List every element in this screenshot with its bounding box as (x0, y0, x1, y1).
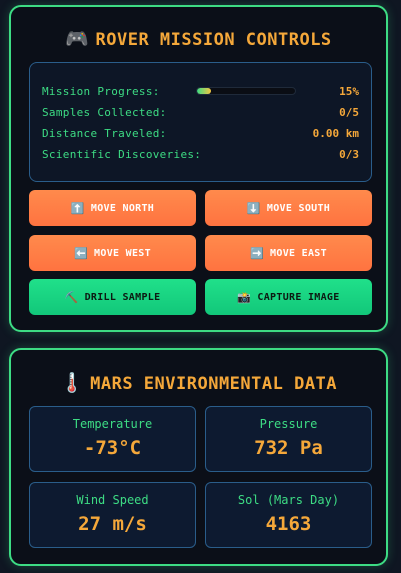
env-label: Sol (Mars Day) (237, 493, 340, 507)
status-label: Mission Progress: (42, 84, 160, 98)
arrow-right-icon: ➡️ (250, 246, 265, 260)
env-label: Pressure (259, 417, 318, 431)
status-row-distance: Distance Traveled: 0.00 km (42, 125, 359, 141)
camera-icon: 📸 (237, 290, 252, 304)
status-label: Scientific Discoveries: (42, 147, 202, 161)
drill-sample-button[interactable]: ⛏️ DRILL SAMPLE (29, 279, 196, 315)
thermometer-icon: 🌡️ (59, 372, 85, 394)
move-south-button[interactable]: ⬇️ MOVE SOUTH (205, 190, 372, 226)
mission-progress-bar (195, 87, 296, 95)
controls-title: 🎮 ROVER MISSION CONTROLS (11, 27, 386, 50)
arrow-up-icon: ⬆️ (70, 201, 85, 215)
move-west-button[interactable]: ⬅️ MOVE WEST (29, 235, 196, 271)
environment-title: 🌡️ MARS ENVIRONMENTAL DATA (11, 371, 386, 394)
status-row-progress: Mission Progress: 15% (42, 83, 359, 99)
status-value: 0/5 (339, 105, 359, 119)
status-label: Distance Traveled: (42, 126, 167, 140)
status-row-samples: Samples Collected: 0/5 (42, 104, 359, 120)
capture-image-button[interactable]: 📸 CAPTURE IMAGE (205, 279, 372, 315)
arrow-down-icon: ⬇️ (246, 201, 261, 215)
status-row-discoveries: Scientific Discoveries: 0/3 (42, 146, 359, 162)
env-label: Temperature (72, 417, 153, 431)
status-value: 0.00 km (312, 126, 359, 140)
environment-panel: 🌡️ MARS ENVIRONMENTAL DATA Temperature -7… (9, 348, 388, 566)
temperature-card: Temperature -73°C (29, 406, 196, 472)
mission-progress-fill (196, 88, 212, 94)
move-east-button[interactable]: ➡️ MOVE EAST (205, 235, 372, 271)
env-value: 4163 (265, 513, 312, 535)
env-value: 732 Pa (254, 437, 323, 459)
mission-status-box: Mission Progress: 15% Samples Collected:… (29, 62, 372, 182)
env-value: 27 m/s (78, 513, 147, 535)
rover-controls-panel: 🎮 ROVER MISSION CONTROLS Mission Progress… (9, 5, 388, 332)
wind-speed-card: Wind Speed 27 m/s (29, 482, 196, 548)
pickaxe-icon: ⛏️ (64, 290, 79, 304)
status-value: 15% (339, 84, 359, 98)
move-north-button[interactable]: ⬆️ MOVE NORTH (29, 190, 196, 226)
sol-card: Sol (Mars Day) 4163 (205, 482, 372, 548)
pressure-card: Pressure 732 Pa (205, 406, 372, 472)
env-value: -73°C (83, 437, 142, 459)
arrow-left-icon: ⬅️ (74, 246, 89, 260)
status-value: 0/3 (339, 147, 359, 161)
env-label: Wind Speed (76, 493, 149, 507)
gamepad-icon: 🎮 (65, 28, 90, 50)
environment-title-text: MARS ENVIRONMENTAL DATA (90, 374, 338, 394)
controls-title-text: ROVER MISSION CONTROLS (95, 30, 332, 50)
status-label: Samples Collected: (42, 105, 167, 119)
